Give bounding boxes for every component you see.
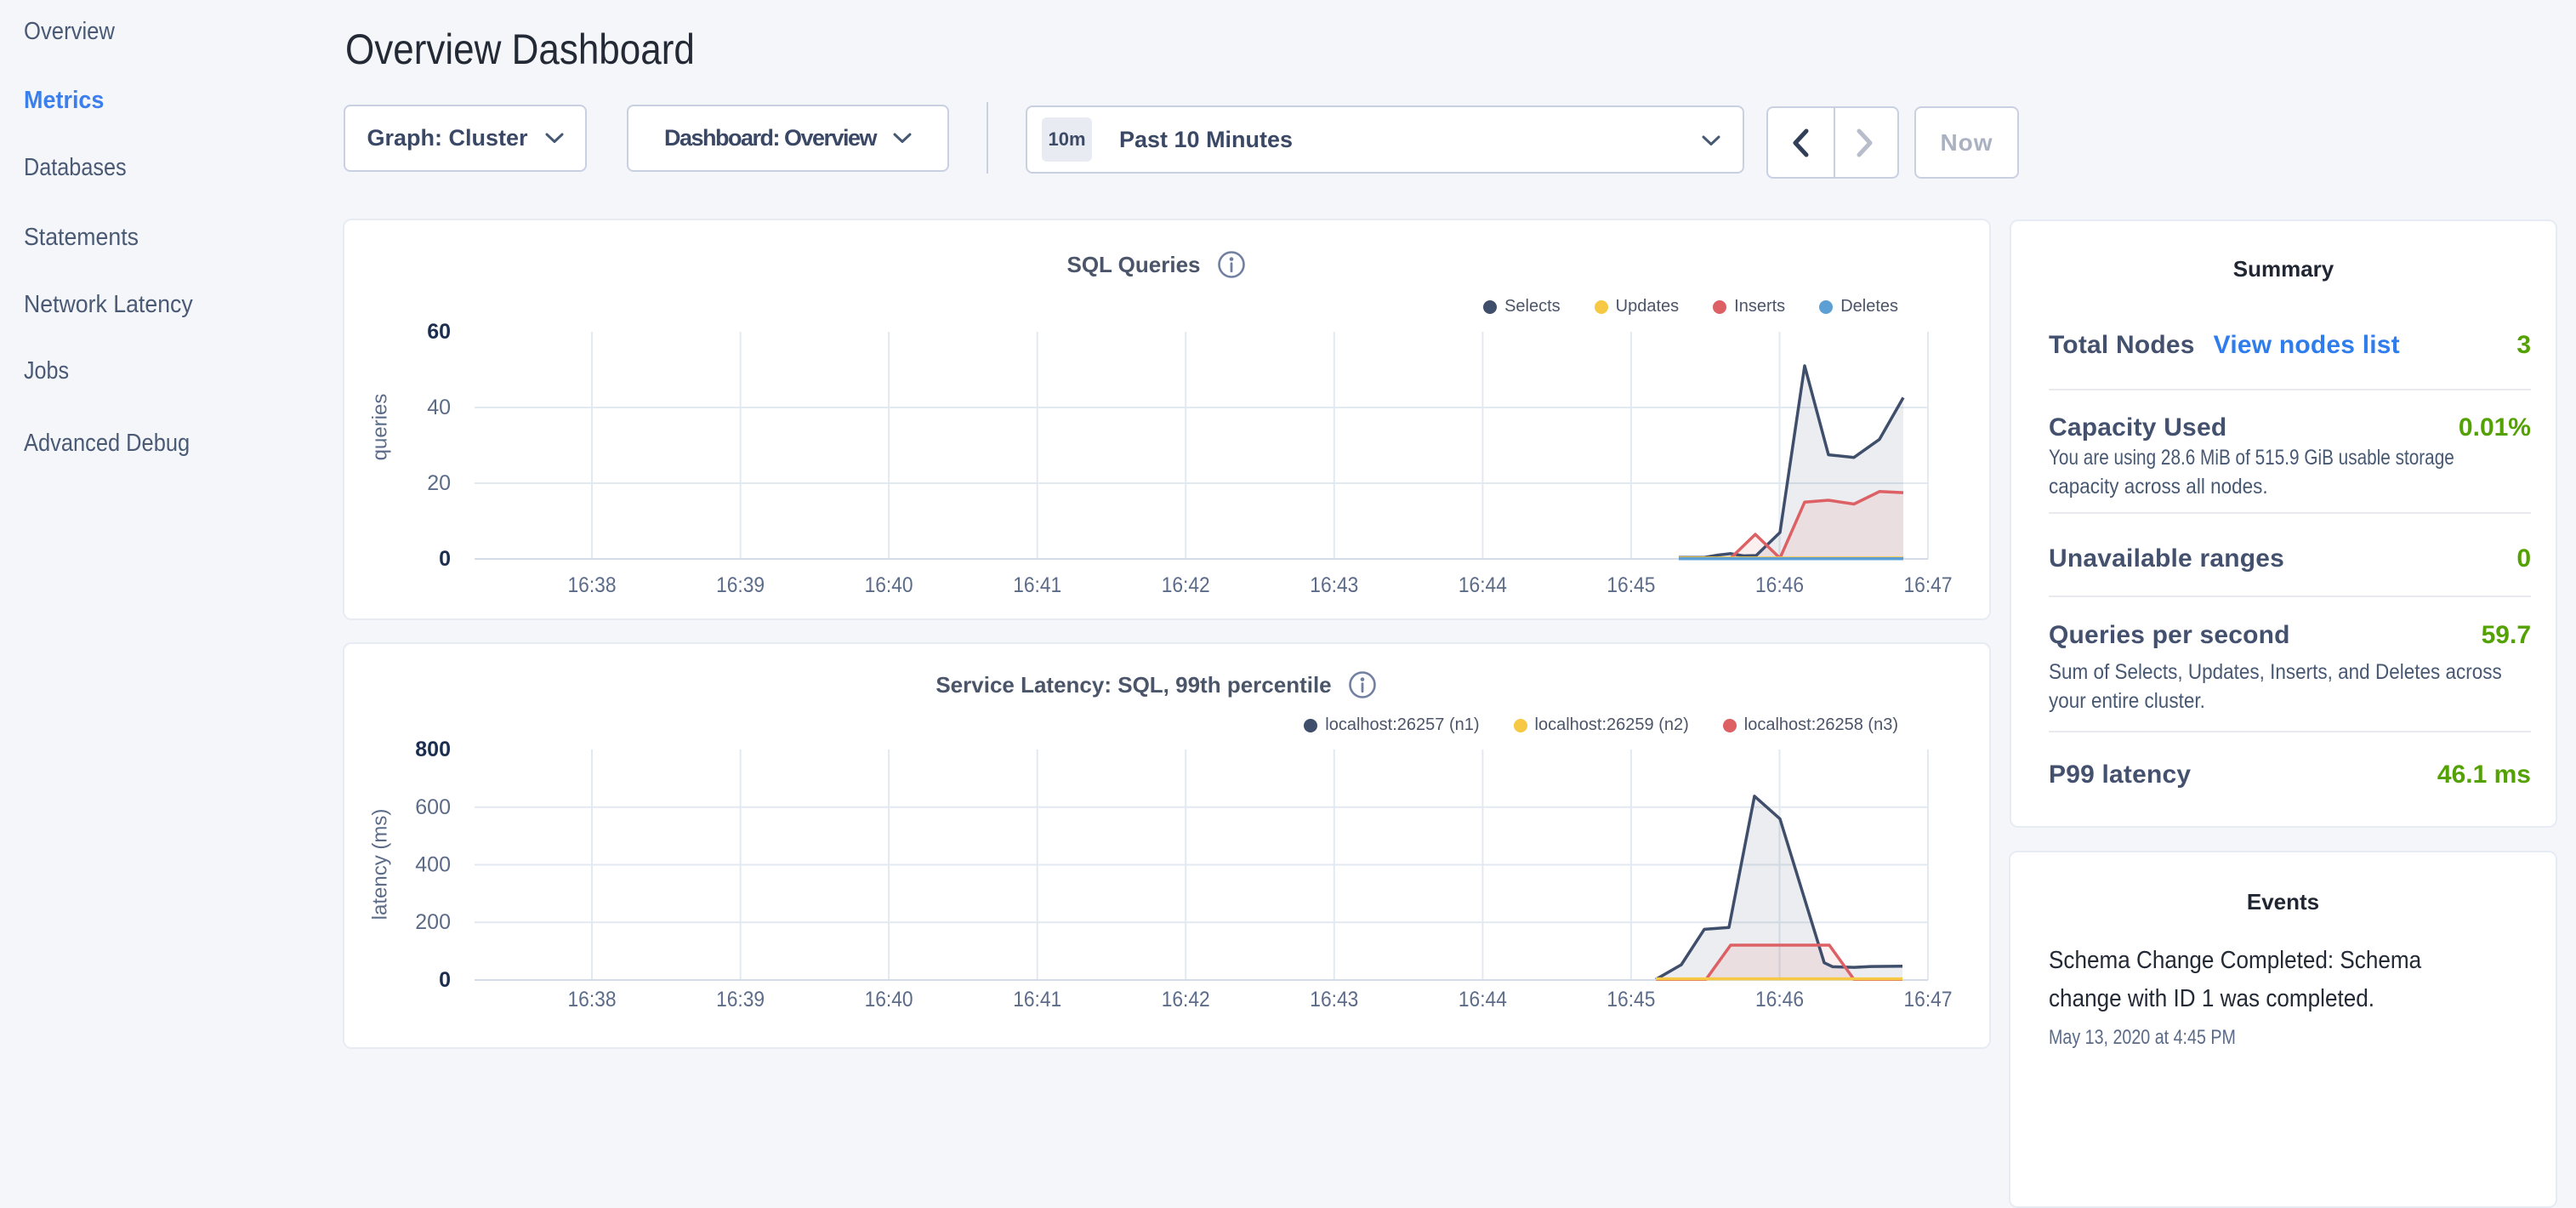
svg-text:16:47: 16:47 [1904,988,1953,1011]
svg-text:16:47: 16:47 [1904,573,1953,597]
svg-text:16:45: 16:45 [1606,988,1655,1011]
svg-text:16:46: 16:46 [1755,573,1804,597]
svg-text:800: 800 [415,738,451,761]
svg-text:16:43: 16:43 [1310,573,1358,597]
svg-text:40: 40 [427,396,451,419]
svg-text:200: 200 [415,910,451,934]
svg-text:latency (ms): latency (ms) [369,809,392,920]
svg-text:16:39: 16:39 [716,573,765,597]
svg-text:16:40: 16:40 [865,573,913,597]
svg-text:400: 400 [415,853,451,877]
svg-text:16:40: 16:40 [865,988,913,1011]
svg-text:16:45: 16:45 [1606,573,1655,597]
svg-text:16:42: 16:42 [1162,573,1210,597]
svg-text:16:42: 16:42 [1162,988,1210,1011]
svg-text:queries: queries [369,394,392,461]
svg-text:16:44: 16:44 [1459,988,1507,1011]
svg-text:16:38: 16:38 [568,573,617,597]
svg-text:16:43: 16:43 [1310,988,1358,1011]
svg-text:16:46: 16:46 [1755,988,1804,1011]
svg-text:16:41: 16:41 [1013,573,1061,597]
svg-text:16:39: 16:39 [716,988,765,1011]
svg-text:16:38: 16:38 [568,988,617,1011]
svg-text:16:44: 16:44 [1459,573,1507,597]
svg-text:0: 0 [439,968,451,992]
svg-text:20: 20 [427,471,451,495]
svg-text:16:41: 16:41 [1013,988,1061,1011]
svg-text:600: 600 [415,795,451,819]
svg-text:60: 60 [427,320,451,344]
svg-text:0: 0 [439,547,451,571]
